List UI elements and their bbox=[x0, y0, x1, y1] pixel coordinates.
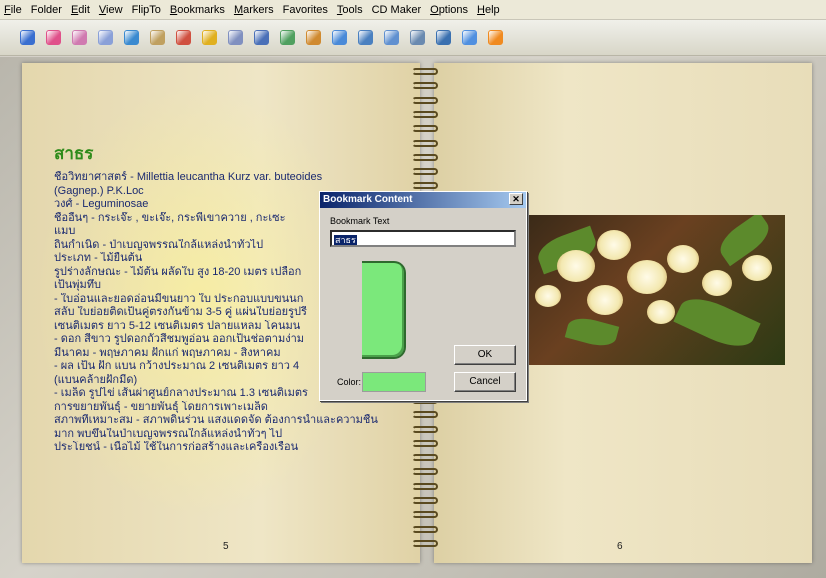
spiral-ring bbox=[412, 539, 438, 547]
layout-icon[interactable] bbox=[358, 30, 373, 45]
single-page-icon[interactable] bbox=[98, 30, 113, 45]
menu-cd-maker[interactable]: CD Maker bbox=[372, 4, 422, 16]
menu-edit[interactable]: Edit bbox=[71, 4, 90, 16]
play-icon[interactable] bbox=[462, 30, 477, 45]
menu-markers[interactable]: Markers bbox=[234, 4, 274, 16]
text-line: การขยายพันธุ์ - ขยายพันธุ์ โดยการเพาะเมล… bbox=[54, 400, 268, 413]
eye-icon[interactable] bbox=[20, 30, 35, 45]
spiral-ring bbox=[412, 511, 438, 519]
menu-help[interactable]: Help bbox=[477, 4, 500, 16]
spiral-ring bbox=[412, 439, 438, 447]
spiral-ring bbox=[412, 182, 438, 190]
color-label: Color: bbox=[337, 377, 362, 387]
spiral-ring bbox=[412, 411, 438, 419]
menu-folder[interactable]: Folder bbox=[31, 4, 62, 16]
spiral-ring bbox=[412, 525, 438, 533]
menu-bar: File Folder Edit View FlipTo Bookmarks Markers… bbox=[0, 0, 826, 20]
page-title: สาธร bbox=[54, 144, 94, 163]
spiral-ring bbox=[412, 110, 438, 118]
spiral-ring bbox=[412, 82, 438, 90]
text-line: ประโยชน์ - เนื้อไม้ ใช้ในการก่อสร้างและเ… bbox=[54, 441, 299, 453]
spiral-ring bbox=[412, 497, 438, 504]
menu-flipto[interactable]: FlipTo bbox=[132, 4, 161, 16]
menu-bookmarks[interactable]: Bookmarks bbox=[170, 4, 225, 16]
cancel-button[interactable]: Cancel bbox=[454, 372, 516, 392]
spiral-ring bbox=[412, 153, 438, 161]
left-page-number: 5 bbox=[223, 541, 229, 552]
spiral-ring bbox=[412, 168, 438, 176]
text-line: มาก พบขึ้นในป่าเบญจพรรณใกล้แหล่งน้ำทั่วๆ… bbox=[54, 427, 283, 440]
spiral-ring bbox=[412, 482, 438, 490]
table-icon[interactable] bbox=[150, 30, 165, 45]
text-line: ชื่อวิทยาศาสตร์ - Millettia leucantha Ku… bbox=[54, 171, 323, 183]
spiral-ring bbox=[412, 468, 438, 476]
right-page-number: 6 bbox=[617, 541, 623, 552]
spiral-ring bbox=[412, 125, 438, 133]
color-swatch[interactable] bbox=[362, 372, 426, 392]
arrow-forward-icon[interactable] bbox=[124, 30, 139, 45]
columns-icon[interactable] bbox=[254, 30, 269, 45]
pencil-icon[interactable] bbox=[228, 30, 243, 45]
menu-file[interactable]: File bbox=[4, 4, 22, 16]
disk-icon[interactable] bbox=[176, 30, 191, 45]
spiral-ring bbox=[412, 454, 438, 462]
window-icon[interactable] bbox=[384, 30, 399, 45]
ok-button[interactable]: OK bbox=[454, 345, 516, 365]
menu-options[interactable]: Options bbox=[430, 4, 468, 16]
globe-icon[interactable] bbox=[332, 30, 347, 45]
bookmark-tab-preview bbox=[362, 261, 406, 359]
menu-tools[interactable]: Tools bbox=[337, 4, 363, 16]
page-pink-icon[interactable] bbox=[46, 30, 61, 45]
monitor-icon[interactable] bbox=[410, 30, 425, 45]
bookmark-content-dialog: Bookmark Content ✕ Bookmark Text สาธร OK… bbox=[319, 191, 527, 401]
search-icon[interactable] bbox=[436, 30, 451, 45]
spiral-ring bbox=[412, 68, 438, 75]
plus-icon[interactable] bbox=[202, 30, 217, 45]
book-icon[interactable] bbox=[306, 30, 321, 45]
spiral-ring bbox=[412, 96, 438, 104]
text-line: สภาพที่เหมาะสม - สภาพดินร่วน แสงแดดจัด ต… bbox=[54, 414, 378, 426]
close-icon[interactable]: ✕ bbox=[509, 193, 523, 205]
bookmark-text-label: Bookmark Text bbox=[330, 216, 390, 226]
bookmark-text-value: สาธร bbox=[334, 235, 357, 245]
record-icon[interactable] bbox=[488, 30, 503, 45]
toolbar bbox=[0, 20, 826, 56]
spiral-ring bbox=[412, 139, 438, 147]
dialog-title: Bookmark Content bbox=[323, 194, 413, 205]
two-pages-icon[interactable] bbox=[72, 30, 87, 45]
link-icon[interactable] bbox=[280, 30, 295, 45]
spiral-ring bbox=[412, 425, 438, 433]
dialog-title-bar[interactable]: Bookmark Content ✕ bbox=[320, 192, 526, 208]
menu-favorites[interactable]: Favorites bbox=[283, 4, 328, 16]
flower-photo bbox=[527, 215, 785, 365]
menu-view[interactable]: View bbox=[99, 4, 123, 16]
bookmark-text-input[interactable]: สาธร bbox=[330, 230, 516, 247]
